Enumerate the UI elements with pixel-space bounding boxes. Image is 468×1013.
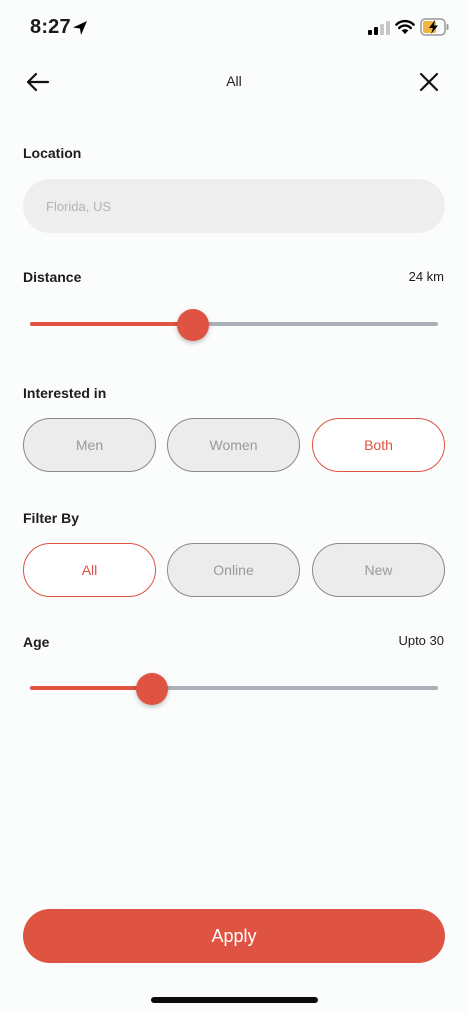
interested-in-options: Men Women Both [23, 418, 445, 472]
filter-all-button[interactable]: All [23, 543, 156, 597]
distance-slider[interactable] [30, 309, 438, 341]
distance-value: 24 km [408, 269, 444, 284]
status-time: 8:27 [30, 16, 71, 38]
interested-in-men-button[interactable]: Men [23, 418, 156, 472]
distance-slider-thumb[interactable] [177, 309, 210, 341]
battery-charging-icon [420, 18, 449, 36]
age-slider-thumb[interactable] [136, 673, 169, 705]
age-slider-fill [30, 686, 153, 690]
filter-screen: 8:27 All Location D [0, 0, 468, 1013]
page-title: All [226, 73, 242, 89]
location-arrow-icon [73, 21, 87, 35]
filter-new-button[interactable]: New [312, 543, 445, 597]
interested-in-women-button[interactable]: Women [167, 418, 300, 472]
apply-button[interactable]: Apply [23, 909, 445, 963]
interested-in-both-button[interactable]: Both [312, 418, 445, 472]
age-slider[interactable] [30, 673, 438, 705]
age-label: Age [23, 634, 50, 650]
filter-by-label: Filter By [23, 510, 80, 526]
filter-by-options: All Online New [23, 543, 445, 597]
close-icon[interactable] [416, 69, 442, 95]
filter-online-button[interactable]: Online [167, 543, 300, 597]
distance-label: Distance [23, 269, 82, 285]
age-value: Upto 30 [398, 633, 444, 648]
location-label: Location [23, 145, 82, 161]
wifi-icon [395, 19, 415, 34]
interested-in-label: Interested in [23, 385, 107, 401]
signal-icon [368, 21, 390, 35]
header: All [0, 60, 468, 104]
distance-slider-fill [30, 322, 194, 326]
status-bar: 8:27 [0, 0, 468, 56]
location-input[interactable] [23, 179, 445, 233]
home-indicator [151, 997, 318, 1003]
